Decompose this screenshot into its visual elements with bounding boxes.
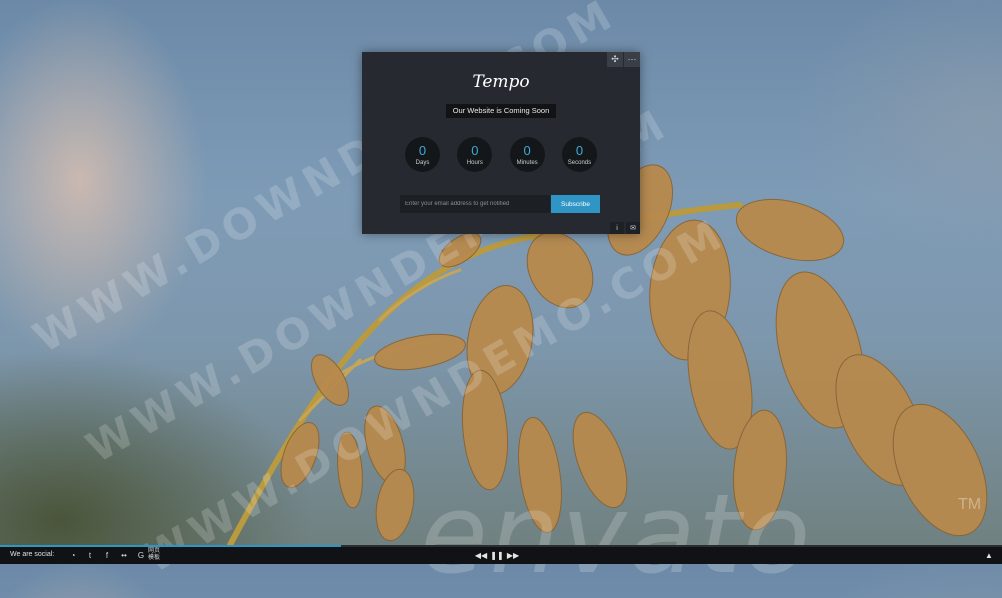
mail-icon[interactable]: ✉ (626, 222, 640, 234)
move-icon[interactable]: ✣ (607, 52, 623, 67)
pause-icon[interactable]: ❚❚ (490, 549, 504, 562)
flickr-icon[interactable]: •• (117, 549, 131, 562)
countdown: 0 Days 0 Hours 0 Minutes 0 Seconds (405, 137, 597, 172)
rss-icon[interactable]: ◔ (66, 549, 80, 562)
previous-icon[interactable]: ◀◀ (474, 549, 488, 562)
bottom-bar: We are social: ◔ t f •• G 网页 模板 ◀◀ ❚❚ ▶▶… (0, 547, 1002, 564)
social-links: ◔ t f •• G (66, 549, 151, 562)
envato-watermark: envato (420, 470, 813, 598)
email-input[interactable] (400, 195, 550, 213)
card-toolbar: ✣ ⋯ (606, 52, 640, 67)
next-icon[interactable]: ▶▶ (506, 549, 520, 562)
headline: Our Website is Coming Soon (446, 104, 556, 118)
twitter-icon[interactable]: t (83, 549, 97, 562)
countdown-value: 0 (523, 142, 531, 158)
countdown-label: Hours (466, 159, 483, 166)
countdown-label: Seconds (567, 159, 592, 166)
site-label: 网页 模板 (148, 548, 161, 561)
card-footer: i ✉ (608, 222, 640, 234)
site-logo: Tempo (472, 72, 530, 92)
countdown-label: Minutes (516, 159, 538, 166)
facebook-icon[interactable]: f (100, 549, 114, 562)
countdown-seconds: 0 Seconds (561, 137, 597, 172)
countdown-value: 0 (575, 142, 584, 158)
info-icon[interactable]: i (610, 222, 624, 234)
countdown-value: 0 (471, 142, 479, 158)
countdown-days: 0 Days (405, 137, 440, 172)
slideshow-controls: ◀◀ ❚❚ ▶▶ (474, 549, 522, 562)
subscribe-button[interactable]: Subscribe (551, 195, 600, 213)
countdown-hours: 0 Hours (457, 137, 493, 172)
google-icon[interactable]: G (134, 549, 148, 562)
more-icon[interactable]: ⋯ (624, 52, 640, 67)
coming-soon-card: ✣ ⋯ Tempo Our Website is Coming Soon 0 D… (362, 52, 640, 234)
arrow-up-icon[interactable]: ▲ (982, 549, 996, 562)
social-label: We are social: (10, 551, 55, 558)
trademark-symbol: TM (958, 496, 982, 513)
countdown-value: 0 (418, 142, 427, 158)
countdown-minutes: 0 Minutes (509, 137, 545, 172)
countdown-label: Days (415, 159, 430, 166)
